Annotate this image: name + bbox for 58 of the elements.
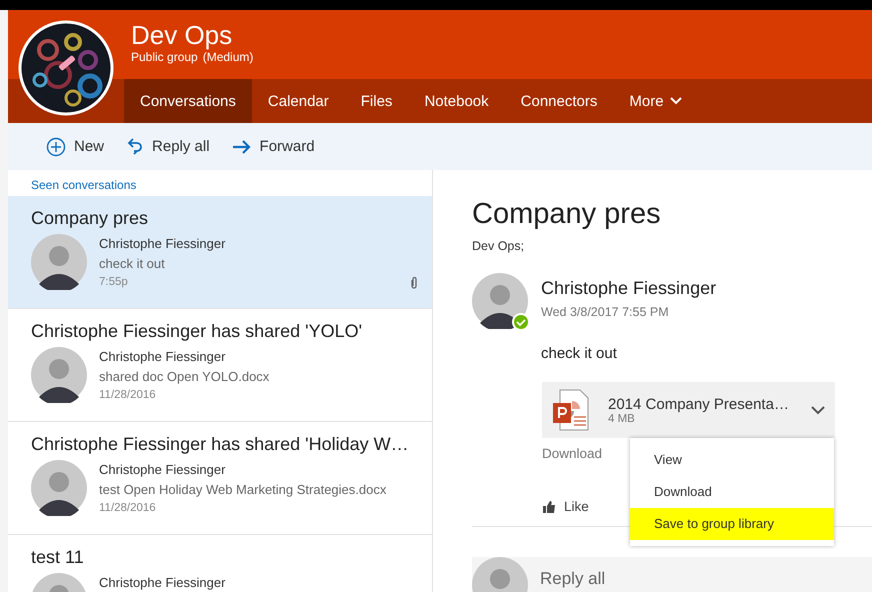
thumbs-up-icon bbox=[542, 500, 556, 512]
reply-box[interactable]: Reply all bbox=[472, 557, 872, 592]
forward-button[interactable]: Forward bbox=[224, 134, 323, 159]
new-button[interactable]: New bbox=[38, 132, 112, 160]
nav-tab[interactable]: Notebook bbox=[408, 79, 505, 123]
message-body: check it out bbox=[541, 345, 618, 362]
conversation-item[interactable]: test 11 Christophe Fiessinger bbox=[8, 535, 432, 592]
sender-name: Christophe Fiessinger bbox=[99, 236, 226, 251]
sender-name: Christophe Fiessinger bbox=[99, 575, 226, 590]
attachment-name: 2014 Company Presenta… bbox=[608, 396, 790, 412]
presentation-file-icon bbox=[552, 389, 590, 431]
sender-name: Christophe Fiessinger bbox=[99, 349, 226, 364]
sender-name: Christophe Fiessinger bbox=[99, 462, 226, 477]
chevron-down-icon[interactable] bbox=[811, 406, 825, 414]
chevron-down-icon bbox=[670, 97, 682, 105]
message-date: Wed 3/8/2017 7:55 PM bbox=[541, 305, 670, 319]
conversation-subject: Christophe Fiessinger has shared 'Holiday W… bbox=[31, 433, 410, 456]
menu-item[interactable]: Save to group library bbox=[630, 508, 834, 540]
conversation-item[interactable]: Christophe Fiessinger has shared 'Holiday W… Christophe Fiessinger test Open Holiday Web Marketing Strategies.docx 11/28/2016 bbox=[8, 422, 432, 535]
recipients: Dev Ops; bbox=[472, 239, 526, 253]
menu-item[interactable]: Download bbox=[630, 476, 834, 508]
download-link[interactable]: Download bbox=[542, 446, 602, 461]
menu-item[interactable]: View bbox=[630, 444, 834, 476]
message-time: 11/28/2016 bbox=[99, 389, 157, 401]
attachment-card[interactable]: 2014 Company Presenta… 4 MB bbox=[542, 382, 835, 438]
nav-tab[interactable]: Connectors bbox=[504, 79, 614, 123]
reply-all-icon bbox=[126, 136, 144, 156]
more-dropdown[interactable]: More bbox=[613, 79, 698, 123]
message-subject: Company pres bbox=[472, 197, 662, 231]
group-name: Dev Ops bbox=[131, 20, 234, 50]
conversation-subject: Christophe Fiessinger has shared 'YOLO' bbox=[31, 320, 364, 343]
group-classification: (Medium) bbox=[202, 50, 254, 64]
nav-tab[interactable]: Conversations bbox=[124, 79, 252, 123]
nav-tab[interactable]: Files bbox=[344, 79, 408, 123]
forward-arrow-icon bbox=[232, 138, 252, 154]
message-time: 7:55p bbox=[99, 276, 129, 288]
group-type: Public group bbox=[131, 50, 198, 64]
conversation-item[interactable]: Company pres Christophe Fiessinger check it out 7:55p bbox=[8, 196, 432, 309]
nav-tab[interactable]: Calendar bbox=[252, 79, 345, 123]
sender-name: Christophe Fiessinger bbox=[541, 278, 716, 299]
message-time: 11/28/2016 bbox=[99, 502, 157, 514]
section-heading: Seen conversations bbox=[30, 177, 138, 194]
avatar-placeholder bbox=[31, 460, 87, 516]
avatar-placeholder bbox=[31, 234, 87, 290]
reply-all-button[interactable]: Reply all bbox=[118, 132, 218, 160]
conversation-subject: test 11 bbox=[31, 546, 85, 569]
avatar-placeholder bbox=[31, 347, 87, 403]
conversation-item[interactable]: Christophe Fiessinger has shared 'YOLO' Christophe Fiessinger shared doc Open YOLO.docx 11/28/2016 bbox=[8, 309, 432, 422]
message-preview: test Open Holiday Web Marketing Strategies.docx bbox=[99, 482, 386, 497]
message-preview: check it out bbox=[99, 256, 166, 271]
like-button[interactable]: Like bbox=[542, 499, 589, 514]
add-circle-icon bbox=[46, 136, 66, 156]
conversation-subject: Company pres bbox=[31, 207, 150, 230]
avatar-placeholder bbox=[472, 273, 528, 329]
message-preview: shared doc Open YOLO.docx bbox=[99, 369, 270, 384]
gears-logo-icon bbox=[18, 20, 114, 116]
attachment-size: 4 MB bbox=[608, 412, 636, 424]
reply-field[interactable]: Reply all bbox=[540, 557, 840, 592]
